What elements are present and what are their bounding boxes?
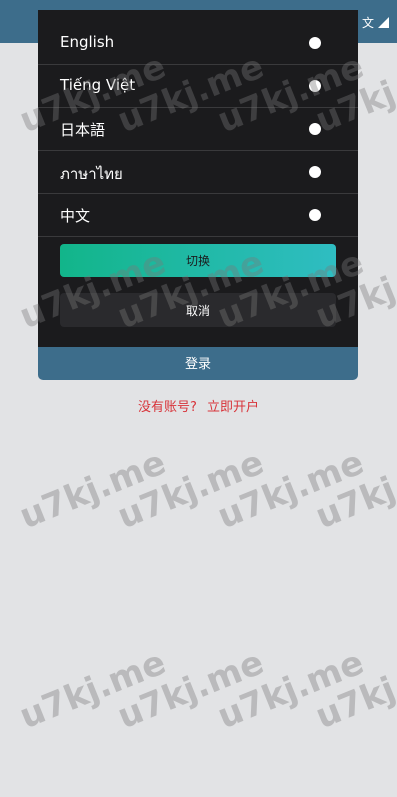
language-option-label: ภาษาไทย [60,165,123,183]
radio-button-icon[interactable] [309,80,321,92]
language-option-label: Tiếng Việt [60,76,136,94]
watermark: u7kj.me [310,642,397,738]
radio-button-icon[interactable] [309,166,321,178]
watermark: u7kj.me [14,442,172,538]
watermark: u7kj.me [212,642,370,738]
language-option-label: English [60,33,115,51]
language-option-chinese[interactable]: 中文 [38,194,358,237]
language-modal: English Tiếng Việt 日本語 ภาษาไทย 中文 切换 取消 [38,10,358,347]
dropdown-corner-icon [378,17,389,28]
login-button[interactable]: 登录 [38,347,358,380]
radio-button-icon[interactable] [309,209,321,221]
radio-button-icon[interactable] [309,123,321,135]
language-option-label: 日本語 [60,121,106,139]
language-option-japanese[interactable]: 日本語 [38,108,358,151]
watermark: u7kj.me [310,442,397,538]
cancel-button[interactable]: 取消 [60,293,336,327]
register-row: 没有账号? 立即开户 [0,396,397,415]
language-list: English Tiếng Việt 日本語 ภาษาไทย 中文 [38,22,358,237]
radio-button-icon[interactable] [309,37,321,49]
register-prompt: 没有账号? [138,400,197,415]
register-link[interactable]: 立即开户 [207,400,259,415]
watermark: u7kj.me [212,442,370,538]
page: 文 登录 没有账号? 立即开户 English Tiếng Việt 日本語 ภา… [0,0,397,797]
watermark: u7kj.me [14,642,172,738]
language-option-label: 中文 [60,207,91,225]
watermark: u7kj.me [112,642,270,738]
watermark: u7kj.me [112,442,270,538]
language-selector-label: 文 [361,16,374,30]
language-option-thai[interactable]: ภาษาไทย [38,151,358,194]
language-selector[interactable]: 文 [362,14,389,31]
language-option-vietnamese[interactable]: Tiếng Việt [38,65,358,108]
language-option-english[interactable]: English [38,22,358,65]
switch-language-button[interactable]: 切换 [60,244,336,277]
